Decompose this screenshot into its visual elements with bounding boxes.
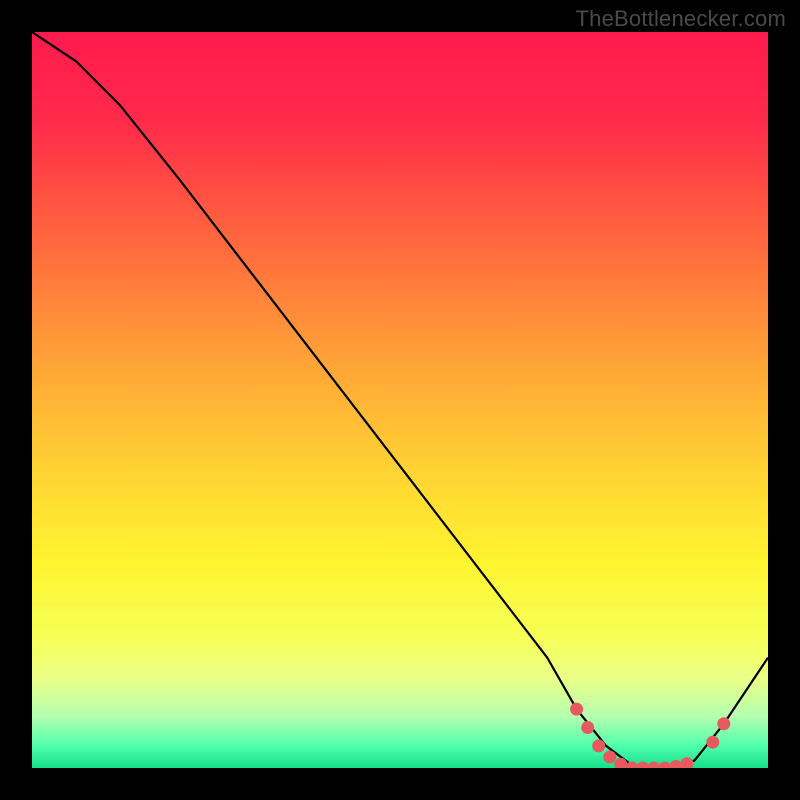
highlight-dot <box>592 739 605 752</box>
bottleneck-chart <box>32 32 768 768</box>
highlight-dot <box>706 736 719 749</box>
highlight-dot <box>603 751 616 764</box>
highlight-dot <box>717 717 730 730</box>
chart-background-gradient <box>32 32 768 768</box>
highlight-dot <box>581 721 594 734</box>
watermark-text: TheBottlenecker.com <box>576 6 786 32</box>
highlight-dot <box>570 703 583 716</box>
